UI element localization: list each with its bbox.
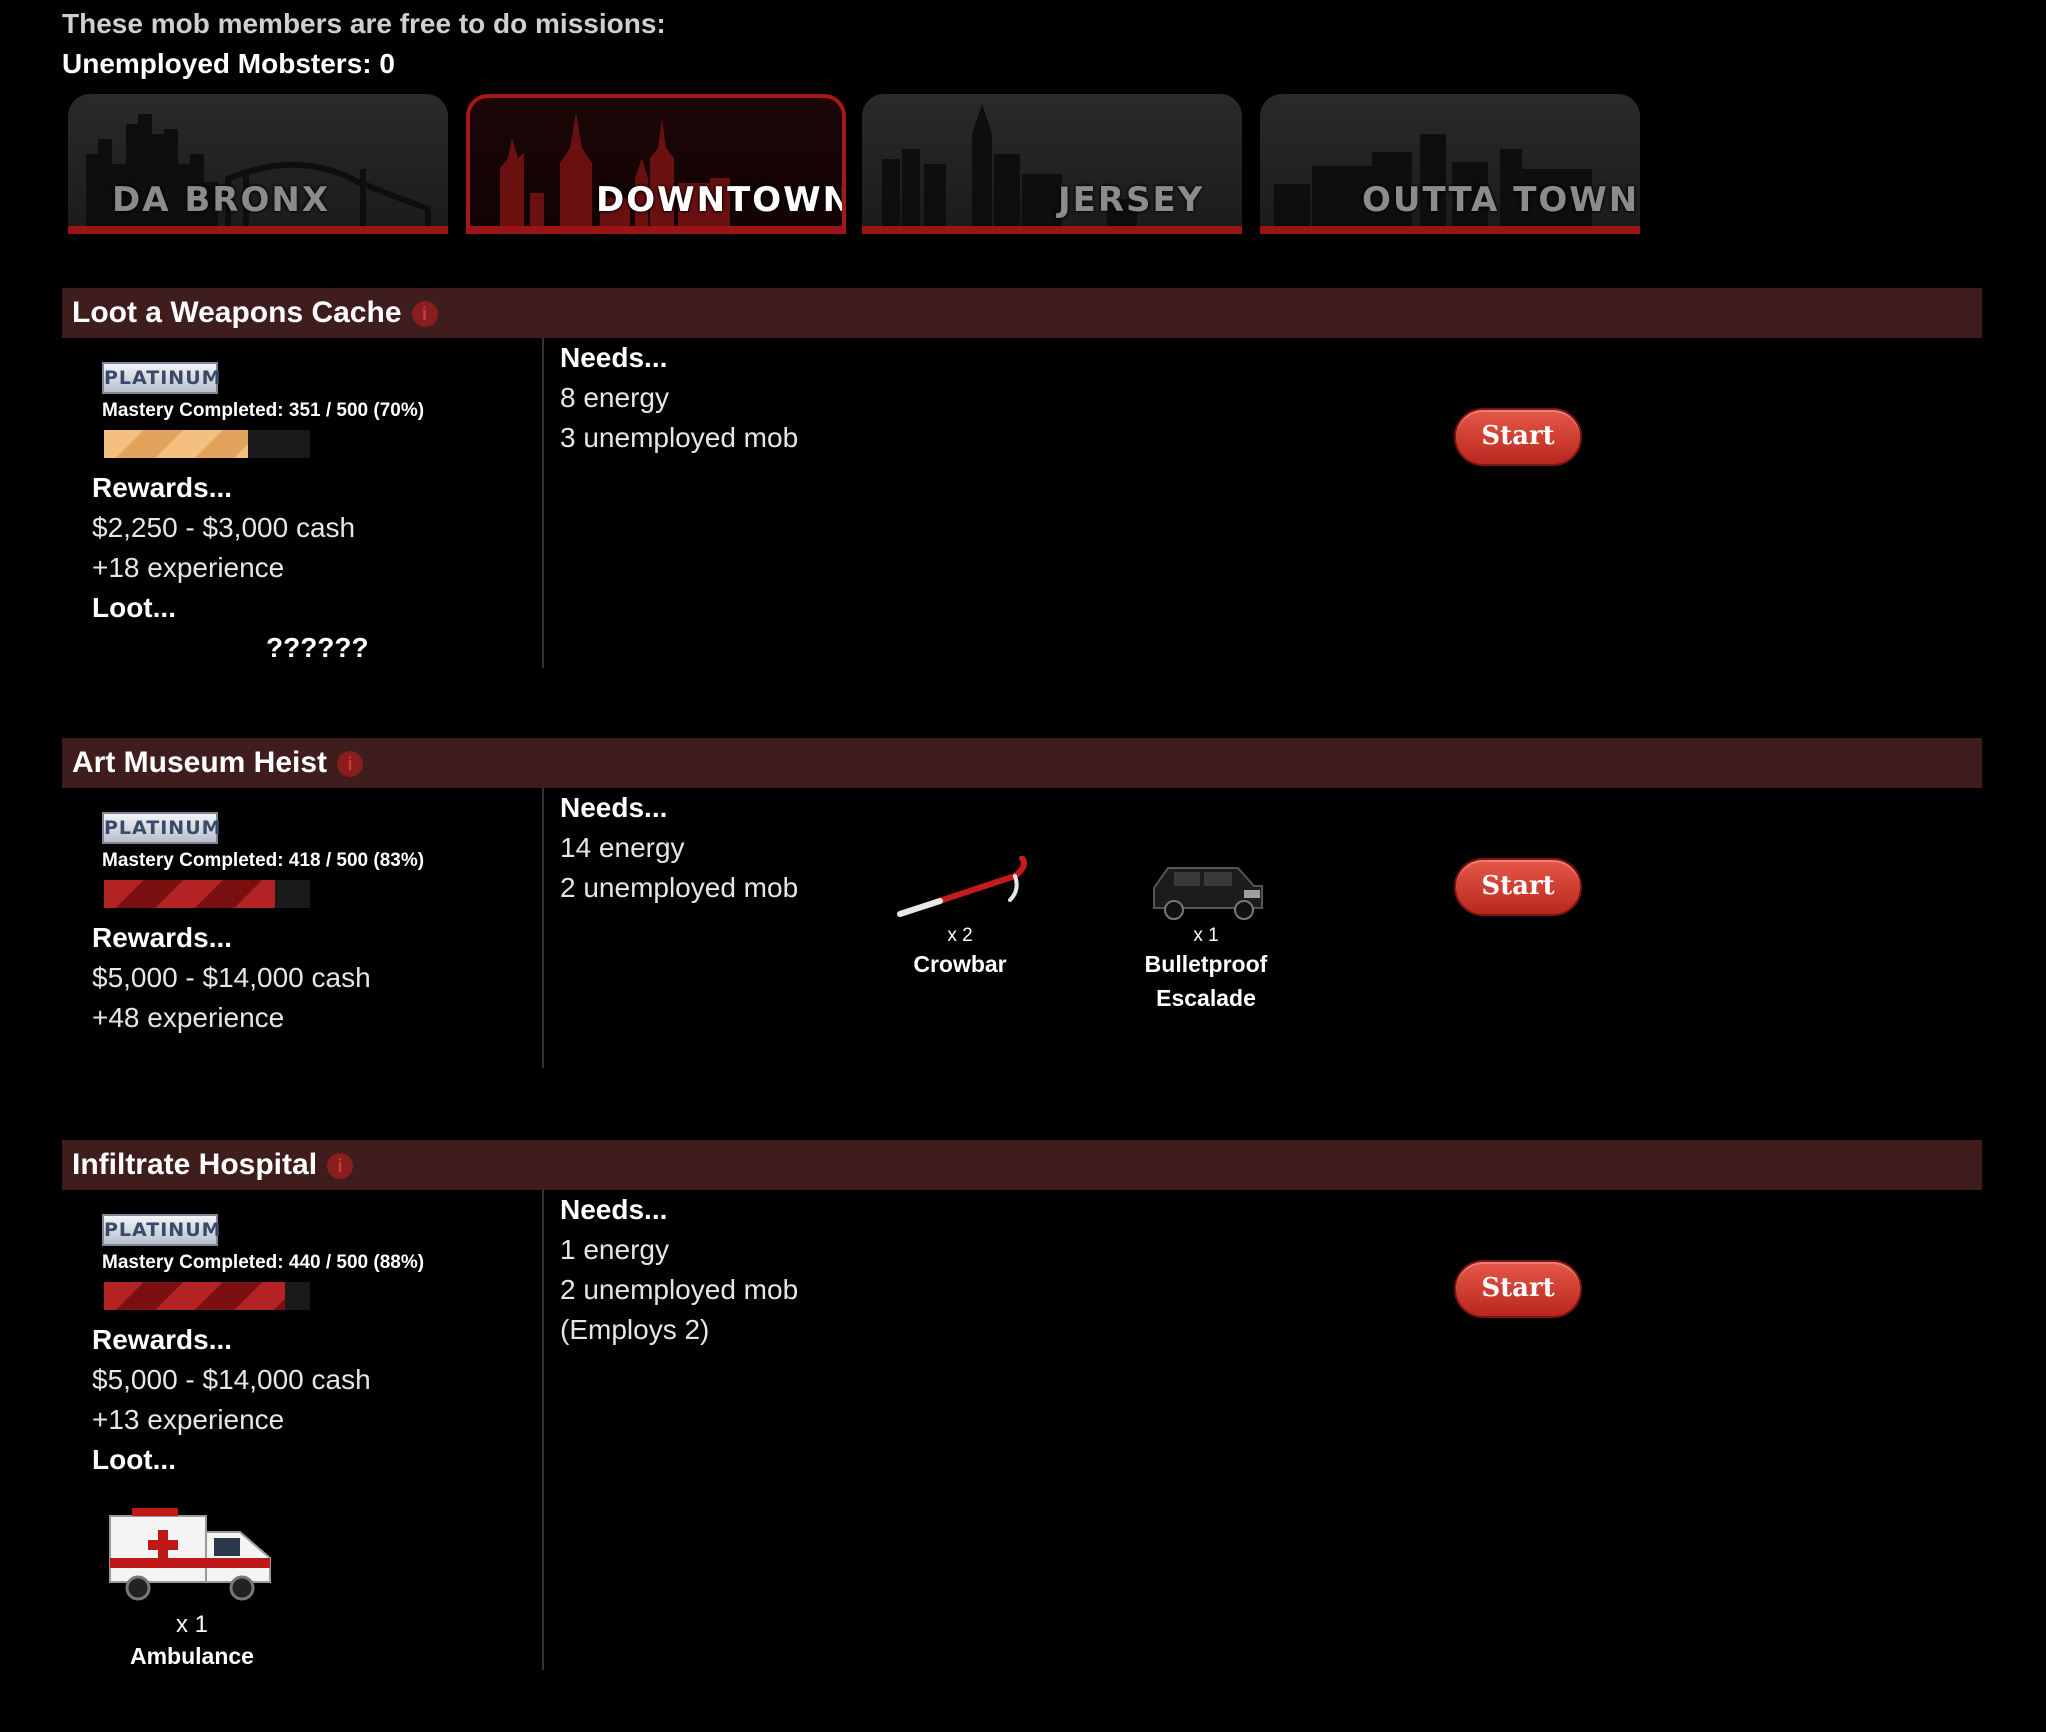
mission-title-bar: Loot a Weapons Cache i bbox=[62, 288, 1982, 338]
start-button[interactable]: Start bbox=[1454, 408, 1582, 466]
mission-title-text: Loot a Weapons Cache bbox=[72, 296, 402, 329]
info-icon[interactable]: i bbox=[411, 301, 438, 328]
mission-title-text: Infiltrate Hospital bbox=[72, 1148, 318, 1181]
ambulance-icon bbox=[109, 1508, 271, 1601]
rewards-heading: Rewards... bbox=[92, 1324, 233, 1355]
reward-cash: $5,000 - $14,000 cash bbox=[92, 962, 371, 993]
mission-art-museum-heist: Art Museum Heist i PLATINUM Mastery Compl… bbox=[62, 738, 1982, 1068]
reward-experience: +13 experience bbox=[92, 1404, 285, 1435]
item-quantity: x 2 bbox=[947, 925, 973, 946]
reward-experience: +48 experience bbox=[92, 1002, 285, 1033]
mission-title-bar: Infiltrate Hospital i bbox=[62, 1140, 1982, 1190]
reward-cash: $5,000 - $14,000 cash bbox=[92, 1364, 371, 1395]
platinum-badge: PLATINUM bbox=[102, 812, 221, 844]
reward-experience: +18 experience bbox=[92, 552, 285, 583]
platinum-badge: PLATINUM bbox=[102, 362, 221, 394]
tab-jersey[interactable]: JERSEY bbox=[862, 94, 1242, 234]
unemployed-count: 0 bbox=[379, 48, 395, 79]
item-name-line1: Bulletproof bbox=[1144, 951, 1268, 977]
free-members-text: These mob members are free to do mission… bbox=[62, 8, 666, 39]
escalade-icon bbox=[1153, 867, 1263, 920]
mastery-text: Mastery Completed: 418 / 500 (83%) bbox=[102, 850, 425, 871]
needs-mob: 2 unemployed mob bbox=[560, 872, 799, 903]
column-divider bbox=[542, 788, 544, 1068]
mastery-text: Mastery Completed: 440 / 500 (88%) bbox=[102, 1252, 425, 1273]
item-name-line2: Escalade bbox=[1156, 985, 1256, 1011]
mastery-progress-fill bbox=[104, 880, 275, 908]
needs-mob: 3 unemployed mob bbox=[560, 422, 799, 453]
mission-title-bar: Art Museum Heist i bbox=[62, 738, 1982, 788]
mission-loot-weapons-cache: Loot a Weapons Cache i PLATINUM Mastery C… bbox=[62, 288, 1982, 668]
crowbar-icon bbox=[897, 855, 1027, 917]
mastery-text: Mastery Completed: 351 / 500 (70%) bbox=[102, 400, 425, 421]
tab-label: DA BRONX bbox=[112, 180, 331, 220]
mission-rewards-column: PLATINUM Mastery Completed: 440 / 500 (8… bbox=[62, 1190, 542, 1670]
item-quantity: x 1 bbox=[1193, 925, 1219, 946]
tab-label: JERSEY bbox=[1058, 180, 1205, 220]
mission-infiltrate-hospital: Infiltrate Hospital i PLATINUM Mastery Co… bbox=[62, 1140, 1982, 1670]
column-divider bbox=[542, 1190, 544, 1670]
loot-heading: Loot... bbox=[92, 1444, 176, 1475]
platinum-badge: PLATINUM bbox=[102, 1214, 221, 1246]
rewards-heading: Rewards... bbox=[92, 472, 233, 503]
item-name: Ambulance bbox=[130, 1643, 254, 1669]
info-icon[interactable]: i bbox=[327, 1153, 354, 1180]
unknown-loot: ?????? bbox=[266, 632, 369, 663]
tab-label: OUTTA TOWN bbox=[1362, 180, 1640, 220]
mastery-progress-fill bbox=[104, 430, 249, 458]
item-quantity: x 1 bbox=[175, 1611, 208, 1638]
loot-heading: Loot... bbox=[92, 592, 176, 623]
reward-cash: $2,250 - $3,000 cash bbox=[92, 512, 356, 543]
column-divider bbox=[542, 338, 544, 668]
needs-heading: Needs... bbox=[560, 792, 668, 823]
mission-title: Art Museum Heist i bbox=[72, 746, 364, 780]
info-icon[interactable]: i bbox=[337, 751, 364, 778]
mastery-progress-bar bbox=[104, 430, 310, 458]
required-item-bulletproof-escalade: x 1 Bulletproof Escalade bbox=[1126, 852, 1286, 1015]
needs-mob: 2 unemployed mob bbox=[560, 1274, 799, 1305]
unemployed-mobsters: Unemployed Mobsters: 0 bbox=[62, 48, 395, 80]
tab-downtown[interactable]: DOWNTOWN bbox=[466, 94, 846, 234]
tab-label: DOWNTOWN bbox=[596, 180, 846, 220]
loot-item-ambulance: x 1 Ambulance bbox=[102, 1502, 282, 1673]
needs-energy: 14 energy bbox=[560, 832, 685, 863]
needs-employs: (Employs 2) bbox=[560, 1314, 710, 1345]
needs-heading: Needs... bbox=[560, 1194, 668, 1225]
rewards-heading: Rewards... bbox=[92, 922, 233, 953]
start-button[interactable]: Start bbox=[1454, 1260, 1582, 1318]
mission-title-text: Art Museum Heist bbox=[72, 746, 328, 779]
start-button[interactable]: Start bbox=[1454, 858, 1582, 916]
mission-title: Infiltrate Hospital i bbox=[72, 1148, 354, 1182]
tab-outta-town[interactable]: OUTTA TOWN bbox=[1260, 94, 1640, 234]
mastery-progress-bar bbox=[104, 880, 310, 908]
item-name: Crowbar bbox=[913, 951, 1007, 977]
mission-title: Loot a Weapons Cache i bbox=[72, 296, 438, 330]
needs-energy: 1 energy bbox=[560, 1234, 669, 1265]
mastery-progress-fill bbox=[104, 1282, 286, 1310]
required-item-crowbar: x 2 Crowbar bbox=[880, 855, 1040, 981]
mission-rewards-column: PLATINUM Mastery Completed: 351 / 500 (7… bbox=[62, 338, 542, 668]
mission-rewards-column: PLATINUM Mastery Completed: 418 / 500 (8… bbox=[62, 788, 542, 1068]
unemployed-label: Unemployed Mobsters: bbox=[62, 48, 372, 79]
mastery-progress-bar bbox=[104, 1282, 310, 1310]
needs-heading: Needs... bbox=[560, 342, 668, 373]
needs-energy: 8 energy bbox=[560, 382, 669, 413]
tab-da-bronx[interactable]: DA BRONX bbox=[68, 94, 448, 234]
